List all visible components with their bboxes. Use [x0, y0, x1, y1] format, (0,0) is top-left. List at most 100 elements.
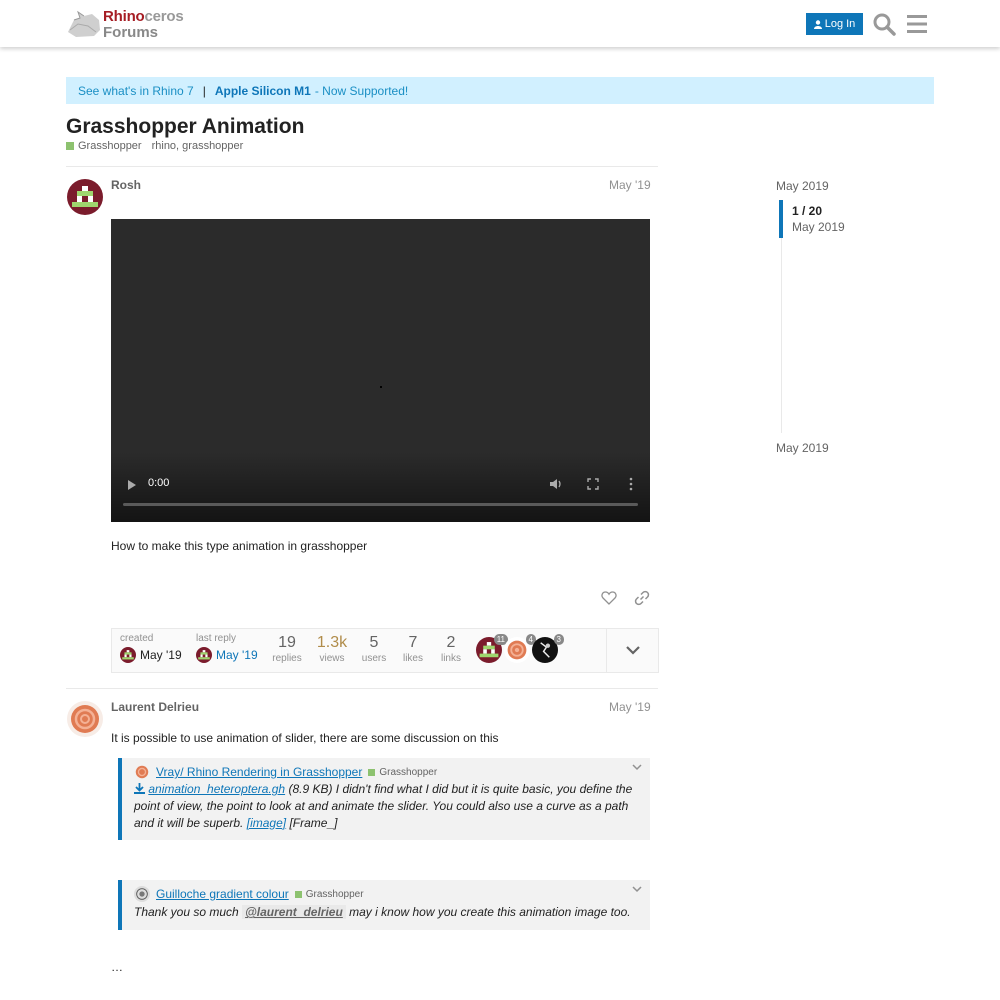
like-heart-icon[interactable] [601, 590, 617, 606]
stat-label: replies [272, 653, 302, 664]
stat-label: links [440, 653, 461, 664]
quote-category[interactable]: Grasshopper [368, 767, 437, 778]
stat-replies: 19 replies [270, 634, 304, 664]
user-icon [813, 19, 822, 29]
stat-links: 2 links [438, 634, 464, 664]
banner-link-rhino7[interactable]: See what's in Rhino 7 [78, 84, 194, 98]
stat-number: 7 [408, 634, 418, 651]
video-controls-gradient [111, 452, 650, 522]
user-mention[interactable]: @laurent_delrieu [242, 905, 346, 919]
hamburger-menu-icon[interactable] [906, 13, 928, 35]
avatar [134, 886, 150, 902]
banner-link-rest[interactable]: - Now Supported! [315, 84, 408, 98]
avatar-rosh-icon [120, 647, 136, 663]
brand-line1: Rhinoceros [103, 8, 184, 25]
timeline-start-date[interactable]: May 2019 [776, 179, 829, 193]
share-link-icon[interactable] [634, 590, 650, 606]
brand-rest: ceros [144, 8, 184, 25]
quote-header: Vray/ Rhino Rendering in Grasshopper Gra… [134, 764, 437, 780]
participant[interactable]: 3 [532, 634, 564, 663]
post-date[interactable]: May '19 [609, 178, 651, 192]
post-ellipsis: … [111, 960, 123, 974]
avatar-snail-icon [135, 765, 149, 779]
download-icon [134, 783, 145, 794]
quote-image-link[interactable]: [image] [247, 816, 286, 830]
topic-created: created May '19 [120, 633, 182, 663]
quote-title-link[interactable]: Guilloche gradient colour [156, 887, 289, 901]
avatar[interactable] [67, 701, 103, 737]
quote-block: Vray/ Rhino Rendering in Grasshopper Gra… [118, 758, 650, 840]
avatar-guilloche-icon [134, 886, 150, 902]
stat-label: likes [402, 653, 423, 664]
quote-body: Thank you so much @laurent_delrieu may i… [134, 904, 642, 921]
category-badge-square [368, 768, 376, 776]
announcement-banner: See what's in Rhino 7 | Apple Silicon M1… [66, 77, 934, 104]
post-body: How to make this type animation in grass… [111, 539, 368, 553]
stat-label: users [361, 653, 387, 664]
last-reply-date: May '19 [216, 648, 258, 662]
quote-title-link[interactable]: Vray/ Rhino Rendering in Grasshopper [156, 765, 362, 779]
stat-users: 5 users [360, 634, 388, 664]
participant[interactable]: 4 [504, 634, 536, 663]
video-frame-dot [380, 386, 382, 388]
quote-body: animation_heteroptera.gh (8.9 KB) I didn… [134, 781, 642, 832]
chevron-down-icon[interactable] [632, 886, 642, 894]
brand-red: Rhino [103, 8, 145, 25]
timeline-current-date: May 2019 [792, 220, 845, 234]
created-date: May '19 [140, 648, 182, 662]
stat-views: 1.3k views [316, 634, 348, 664]
chevron-down-icon [626, 646, 640, 655]
participant[interactable]: 11 [476, 634, 508, 663]
timeline-end-date[interactable]: May 2019 [776, 441, 829, 455]
quote-header: Guilloche gradient colour Grasshopper [134, 886, 364, 902]
attachment-link[interactable]: animation_heteroptera.gh [148, 782, 285, 796]
post-body: It is possible to use animation of slide… [111, 731, 499, 745]
avatar-snail-icon [67, 701, 103, 737]
quote-block: Guilloche gradient colour Grasshopper Th… [118, 880, 650, 930]
banner-link-apple-silicon[interactable]: Apple Silicon M1 [215, 84, 311, 98]
participant-avatars: 11 4 3 [476, 634, 564, 663]
topic-tags[interactable]: rhino, grasshopper [152, 140, 244, 152]
quote-text: Thank you so much [134, 905, 239, 919]
timeline-scroll-area[interactable] [781, 238, 782, 433]
avatar[interactable] [67, 179, 103, 215]
banner-separator: | [202, 83, 206, 98]
avatar [196, 647, 212, 663]
stat-number: 2 [446, 634, 456, 651]
avatar [120, 647, 136, 663]
avatar-rosh-icon [196, 647, 212, 663]
play-icon[interactable] [127, 479, 137, 491]
video-progress-bar[interactable] [123, 503, 638, 506]
timeline-handle[interactable] [779, 200, 783, 238]
post-author[interactable]: Rosh [111, 178, 141, 192]
login-label: Log In [824, 18, 856, 30]
volume-icon[interactable] [549, 477, 563, 491]
chevron-down-icon[interactable] [632, 764, 642, 772]
more-options-icon[interactable] [629, 477, 633, 491]
brand-line2: Forums [103, 24, 159, 41]
last-reply-label: last reply [196, 633, 237, 644]
search-icon[interactable] [872, 12, 896, 36]
rhino-logo-icon [68, 10, 100, 37]
page-title[interactable]: Grasshopper Animation [66, 115, 304, 139]
quote-text-tail: may i know how you create this animation… [349, 905, 631, 919]
stat-label: views [319, 653, 345, 664]
post-author[interactable]: Laurent Delrieu [111, 700, 199, 714]
video-player[interactable]: 0:00 [111, 219, 650, 522]
site-header: Rhinoceros Forums Log In [0, 0, 1000, 47]
fullscreen-icon[interactable] [587, 478, 599, 490]
category-badge-square [66, 142, 74, 150]
quote-category[interactable]: Grasshopper [294, 889, 364, 900]
site-logo[interactable]: Rhinoceros Forums [66, 6, 196, 41]
login-button[interactable]: Log In [806, 13, 863, 35]
category-link[interactable]: Grasshopper [78, 140, 142, 152]
video-time: 0:00 [148, 477, 170, 489]
quote-text-tail: [Frame_] [289, 816, 338, 830]
quote-category-label: Grasshopper [379, 766, 438, 778]
topic-meta: Grasshopper rhino, grasshopper [66, 140, 243, 152]
topic-last-reply[interactable]: last reply May '19 [196, 633, 258, 663]
topic-map-expand-button[interactable] [606, 629, 659, 672]
stat-number: 19 [278, 634, 296, 651]
post-date[interactable]: May '19 [609, 700, 651, 714]
created-label: created [120, 633, 154, 644]
